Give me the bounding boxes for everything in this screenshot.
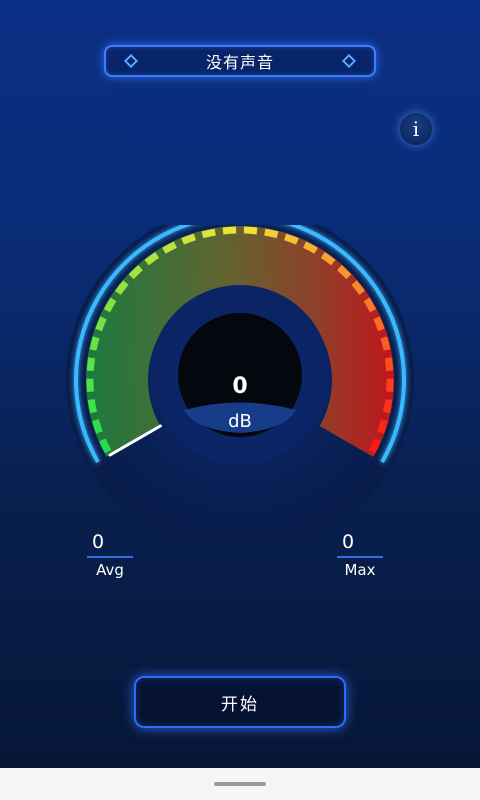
gauge-tick bbox=[201, 228, 216, 239]
gauge-tick bbox=[373, 316, 385, 332]
previous-mode-icon[interactable] bbox=[123, 53, 139, 69]
gauge-tick bbox=[377, 419, 388, 434]
gauge-tick bbox=[95, 316, 107, 332]
sound-meter-screen: 没有声音 i 0 dB 0 Avg 0 Max 开始 bbox=[0, 0, 480, 768]
decibel-gauge: 0 dB bbox=[66, 225, 414, 545]
system-navigation-bar bbox=[0, 768, 480, 800]
gauge-tick bbox=[87, 399, 97, 414]
gauge-tick bbox=[181, 233, 196, 245]
avg-label: Avg bbox=[96, 561, 124, 579]
gauge-tick bbox=[222, 226, 237, 235]
avg-readout: 0 Avg bbox=[80, 530, 140, 579]
info-button[interactable]: i bbox=[400, 113, 432, 145]
gauge-tick bbox=[380, 336, 391, 351]
home-indicator[interactable] bbox=[214, 782, 266, 786]
gauge-tick bbox=[264, 228, 279, 239]
gauge-tick bbox=[384, 357, 394, 372]
start-button-label: 开始 bbox=[221, 694, 259, 715]
avg-value: 0 bbox=[92, 531, 105, 553]
mode-label: 没有声音 bbox=[205, 53, 274, 72]
max-label: Max bbox=[344, 561, 376, 579]
gauge-tick bbox=[243, 226, 258, 235]
max-readout: 0 Max bbox=[330, 530, 390, 579]
info-icon: i bbox=[412, 117, 420, 141]
decibel-value: 0 bbox=[232, 374, 247, 399]
mode-selector[interactable]: 没有声音 bbox=[104, 45, 376, 77]
max-value: 0 bbox=[342, 531, 355, 553]
next-mode-icon[interactable] bbox=[341, 53, 357, 69]
gauge-tick bbox=[86, 357, 96, 372]
max-divider bbox=[337, 556, 383, 558]
start-button[interactable]: 开始 bbox=[134, 676, 346, 728]
avg-divider bbox=[87, 556, 133, 558]
gauge-tick bbox=[284, 233, 299, 245]
gauge-tick bbox=[383, 399, 393, 414]
gauge-tick bbox=[89, 336, 100, 351]
gauge-tick bbox=[92, 419, 103, 434]
decibel-unit: dB bbox=[228, 411, 252, 432]
